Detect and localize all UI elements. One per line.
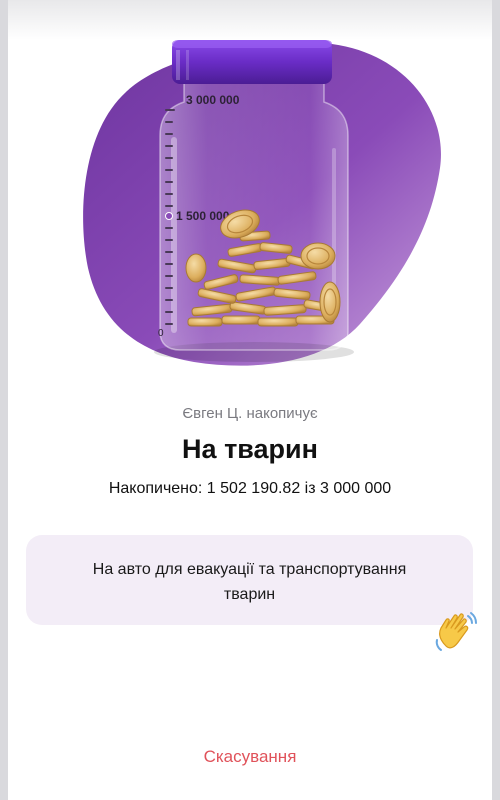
progress-text: Накопичено: 1 502 190.82 із 3 000 000	[108, 480, 392, 497]
scale-zero-label: 0	[158, 328, 164, 339]
collector-text: Євген Ц. накопичує	[182, 405, 318, 422]
cancel-button[interactable]: Скасування	[8, 747, 492, 767]
jar-screen: 3 000 000 1 500 000 0 Євген Ц. накопичує…	[8, 0, 492, 800]
scale-mid-label: 1 500 000	[176, 209, 230, 223]
description-text: На авто для евакуації та транспортування…	[92, 561, 407, 603]
jar-illustration: 3 000 000 1 500 000 0	[83, 40, 441, 366]
description-card: На авто для евакуації та транспортування…	[26, 535, 473, 625]
jar-title: На тварин	[182, 434, 318, 464]
scale-max-label: 3 000 000	[186, 93, 240, 107]
progress-marker	[165, 212, 173, 220]
waving-hand-icon	[435, 612, 477, 651]
jar-lid-icon	[172, 40, 332, 84]
